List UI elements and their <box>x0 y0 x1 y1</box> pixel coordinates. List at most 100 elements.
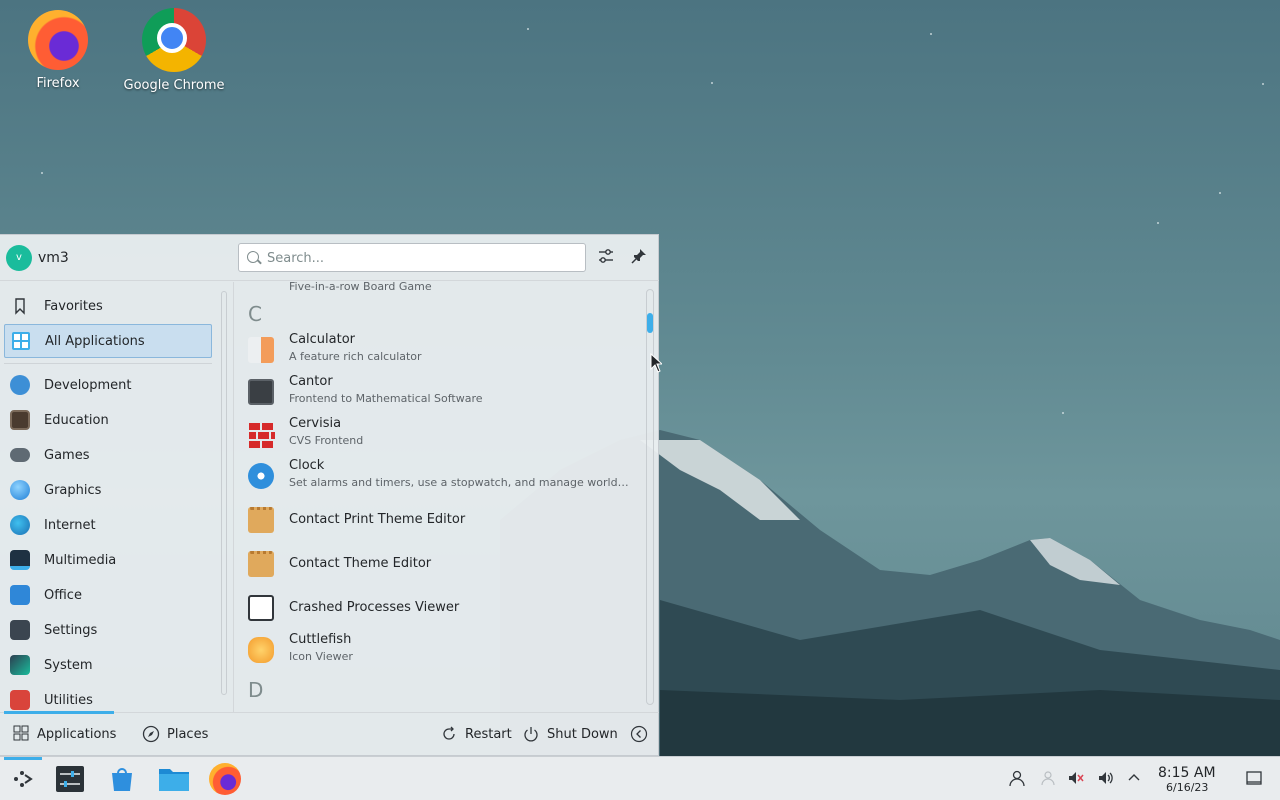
microphone-muted-icon[interactable] <box>1066 769 1086 789</box>
active-indicator <box>4 757 42 760</box>
list-item-contact-print-theme-editor[interactable]: Contact Print Theme Editor <box>244 500 636 540</box>
app-name: Calculator <box>289 332 356 347</box>
sidebar-item-label: Development <box>44 377 132 393</box>
username[interactable]: vm3 <box>38 250 69 266</box>
sidebar-item-office[interactable]: Office <box>4 578 212 612</box>
list-item-cuttlefish[interactable]: Cuttlefish Icon Viewer <box>244 630 636 670</box>
pin-button[interactable] <box>628 247 650 269</box>
launcher-icon <box>14 771 33 787</box>
app-description: CVS Frontend <box>289 434 364 447</box>
sidebar-item-utilities[interactable]: Utilities <box>4 683 212 712</box>
app-description: Icon Viewer <box>289 650 353 663</box>
user-switcher-icon[interactable] <box>1007 769 1027 789</box>
sidebar-item-label: Internet <box>44 517 96 533</box>
show-desktop-icon[interactable] <box>1244 769 1264 789</box>
network-disconnected-icon[interactable] <box>1038 769 1058 789</box>
application-launcher-button[interactable] <box>6 763 38 795</box>
sidebar-item-label: Graphics <box>44 482 102 498</box>
application-list: Five-in-a-row Board Game C Calculator A … <box>236 282 640 712</box>
firefox-icon <box>28 10 88 70</box>
restart-label: Restart <box>465 726 512 742</box>
sidebar-item-label: System <box>44 657 93 673</box>
list-item-crashed-processes-viewer[interactable]: Crashed Processes Viewer <box>244 588 636 628</box>
shutdown-button[interactable]: Shut Down <box>522 725 618 743</box>
search-box[interactable] <box>238 243 586 272</box>
chevron-up-icon[interactable] <box>1124 769 1144 789</box>
desktop-icon-label: Firefox <box>36 76 80 91</box>
list-item-cervisia[interactable]: Cervisia CVS Frontend <box>244 414 636 454</box>
sidebar-item-all-applications[interactable]: All Applications <box>4 324 212 358</box>
taskbar-firefox[interactable] <box>209 763 241 795</box>
more-options-button[interactable] <box>630 725 648 743</box>
section-header-d: D <box>248 678 264 702</box>
search-input[interactable] <box>267 248 577 268</box>
sidebar-item-settings[interactable]: Settings <box>4 613 212 647</box>
app-list-scrollbar[interactable] <box>646 289 654 705</box>
discover-icon <box>112 768 132 791</box>
taskbar-file-manager[interactable] <box>158 763 190 795</box>
sidebar-scrollbar[interactable] <box>221 291 227 695</box>
sidebar-item-graphics[interactable]: Graphics <box>4 473 212 507</box>
scrollbar-track <box>646 289 654 705</box>
app-name: Crashed Processes Viewer <box>289 600 460 615</box>
pin-icon <box>631 249 646 264</box>
clock-time[interactable]: 8:15 AM <box>1158 765 1216 781</box>
launcher-footer: Applications Places Restart Shut Down <box>0 711 659 757</box>
utilities-icon <box>10 690 30 710</box>
desktop-icon-label: Google Chrome <box>123 78 225 93</box>
category-sidebar: Favorites All Applications Development E… <box>0 282 216 712</box>
app-description: Frontend to Mathematical Software <box>289 392 483 405</box>
list-item-contact-theme-editor[interactable]: Contact Theme Editor <box>244 544 636 584</box>
firefox-icon <box>209 763 241 795</box>
volume-icon[interactable] <box>1096 769 1116 789</box>
power-icon <box>522 725 540 743</box>
sidebar-item-favorites[interactable]: Favorites <box>4 289 212 323</box>
list-item[interactable]: Five-in-a-row Board Game <box>244 282 636 293</box>
sidebar-item-education[interactable]: Education <box>4 403 212 437</box>
shutdown-label: Shut Down <box>547 726 618 742</box>
tab-places[interactable]: Places <box>142 725 208 743</box>
app-name: Contact Print Theme Editor <box>289 512 466 527</box>
mouse-cursor-icon <box>650 353 662 373</box>
desktop-icon-firefox[interactable]: Firefox <box>3 10 113 91</box>
sliders-icon <box>599 249 613 263</box>
scrollbar-thumb[interactable] <box>647 313 653 333</box>
sidebar-item-internet[interactable]: Internet <box>4 508 212 542</box>
app-name: Cantor <box>289 374 333 389</box>
settings-icon <box>10 620 30 640</box>
cantor-icon <box>248 379 274 405</box>
restart-button[interactable]: Restart <box>440 725 512 743</box>
taskbar-discover[interactable] <box>106 763 138 795</box>
contact-print-theme-editor-icon <box>248 507 274 533</box>
sidebar-item-system[interactable]: System <box>4 648 212 682</box>
clock-date[interactable]: 6/16/23 <box>1166 781 1208 794</box>
search-icon <box>247 251 259 263</box>
panel-divider <box>233 282 234 712</box>
sidebar-item-games[interactable]: Games <box>4 438 212 472</box>
application-launcher: v vm3 Favorites <box>0 234 659 756</box>
list-item-cantor[interactable]: Cantor Frontend to Mathematical Software <box>244 372 636 412</box>
configure-button[interactable] <box>595 247 617 269</box>
graphics-icon <box>10 480 30 500</box>
tab-applications[interactable]: Applications <box>12 725 116 743</box>
avatar[interactable]: v <box>6 245 32 271</box>
grid-icon <box>11 331 31 351</box>
app-name: Contact Theme Editor <box>289 556 432 571</box>
sidebar-item-development[interactable]: Development <box>4 368 212 402</box>
tab-label: Places <box>167 726 209 742</box>
list-item-clock[interactable]: Clock Set alarms and timers, use a stopw… <box>244 456 636 496</box>
taskbar-system-settings[interactable] <box>54 763 86 795</box>
taskbar: 8:15 AM 6/16/23 <box>0 756 1280 800</box>
sidebar-item-multimedia[interactable]: Multimedia <box>4 543 212 577</box>
sidebar-item-label: Favorites <box>44 298 103 314</box>
tab-label: Applications <box>37 726 117 742</box>
list-item-calculator[interactable]: Calculator A feature rich calculator <box>244 330 636 370</box>
settings-icon <box>56 766 84 792</box>
desktop-icon-chrome[interactable]: Google Chrome <box>119 8 229 93</box>
sidebar-item-label: Utilities <box>44 692 93 708</box>
sidebar-item-label: Settings <box>44 622 98 638</box>
folder-icon <box>159 769 189 791</box>
bookmark-icon <box>10 296 30 316</box>
compass-icon <box>142 725 160 743</box>
launcher-header: v vm3 <box>0 235 659 281</box>
